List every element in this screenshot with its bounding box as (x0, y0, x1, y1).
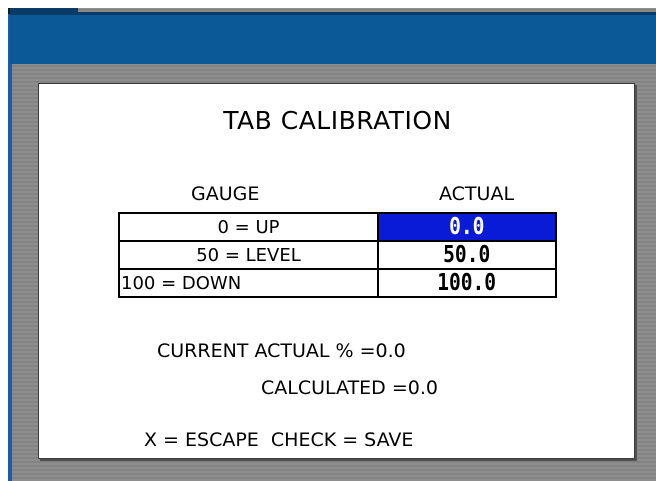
actual-value-level: 50.0 (443, 242, 491, 268)
gauge-column-header: GAUGE (191, 183, 260, 205)
calibration-panel: TAB CALIBRATION GAUGE ACTUAL 0 = UP 0.0 … (38, 83, 635, 459)
table-row-up: 0 = UP 0.0 (118, 212, 557, 242)
actual-input-level[interactable]: 50.0 (377, 240, 557, 270)
current-actual-label: CURRENT ACTUAL % (157, 340, 354, 362)
actual-column-header: ACTUAL (439, 183, 515, 205)
current-actual-value: =0.0 (359, 340, 406, 362)
gauge-cell-up: 0 = UP (118, 212, 379, 242)
key-hint: X = ESCAPE CHECK = SAVE (144, 429, 414, 451)
screen: TAB CALIBRATION GAUGE ACTUAL 0 = UP 0.0 … (0, 0, 656, 481)
frame-left-accent (8, 14, 12, 481)
calculated-label: CALCULATED (261, 377, 386, 399)
calibration-table: 0 = UP 0.0 50 = LEVEL 50.0 100 = DOWN 10… (118, 212, 557, 298)
table-row-level: 50 = LEVEL 50.0 (118, 240, 557, 270)
actual-input-up[interactable]: 0.0 (377, 212, 557, 242)
title-bar (10, 12, 656, 64)
actual-value-up: 0.0 (449, 214, 485, 240)
calculated-value: =0.0 (391, 377, 438, 399)
gauge-cell-down: 100 = DOWN (118, 268, 379, 298)
current-actual-readout: CURRENT ACTUAL % =0.0 (157, 340, 406, 362)
table-row-down: 100 = DOWN 100.0 (118, 268, 557, 298)
panel-title: TAB CALIBRATION (223, 106, 452, 135)
actual-value-down: 100.0 (437, 270, 497, 296)
actual-input-down[interactable]: 100.0 (377, 268, 557, 298)
gauge-cell-level: 50 = LEVEL (118, 240, 379, 270)
calculated-readout: CALCULATED =0.0 (261, 377, 438, 399)
